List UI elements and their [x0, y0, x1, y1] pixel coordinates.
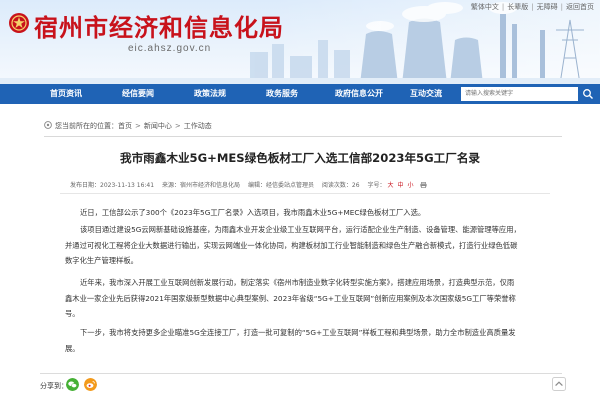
meta-divider — [60, 193, 550, 194]
location-icon — [44, 121, 52, 129]
meta-source: 来源：宿州市经济和信息化局 — [162, 182, 241, 189]
nav-item-policies[interactable]: 政策法规 — [175, 84, 245, 104]
nav-item-home-news[interactable]: 首页资讯 — [31, 84, 101, 104]
search-input[interactable] — [461, 87, 578, 101]
font-size-small[interactable]: 小 — [405, 182, 415, 189]
meta-views: 阅读次数：26 — [321, 182, 360, 189]
top-link-traditional[interactable]: 繁体中文 — [471, 3, 499, 11]
article-meta: 发布日期：2023-11-13 16:41 来源：宿州市经济和信息化局 编辑：经… — [70, 180, 427, 189]
article-title: 我市雨鑫木业5G+MES绿色板材工厂入选工信部2023年5G工厂名录 — [119, 151, 481, 165]
site-title[interactable]: 宿州市经济和信息化局 — [34, 8, 284, 43]
article-paragraph-4: 下一步，我市将支持更多企业瞄准5G全连接工厂，打造一批可复制的“5G+工业互联网… — [65, 325, 577, 356]
breadcrumb-prefix: 您当前所在的位置： — [55, 122, 118, 130]
paragraph-line: 近日，工信部公示了300个《2023年5G工厂名录》入选项目，我市雨鑫木业5G+… — [80, 208, 426, 217]
nav-item-interaction[interactable]: 互动交流 — [391, 84, 461, 104]
top-link-accessibility[interactable]: 无障碍 — [537, 3, 558, 11]
site-banner: 宿州市经济和信息化局 eic.ahsz.gov.cn 繁体中文 | 长辈版 | 无障碍 |… — [0, 0, 600, 84]
meta-date: 发布日期：2023-11-13 16:41 — [70, 182, 155, 189]
breadcrumb: 您当前所在的位置：首页 > 新闻中心 > 工作动态 — [44, 121, 212, 131]
breadcrumb-divider — [44, 136, 562, 137]
logo-emblem-icon — [9, 13, 29, 33]
breadcrumb-news-center[interactable]: 新闻中心 — [144, 122, 172, 130]
paragraph-line: 下一步，我市将支持更多企业瞄准5G全连接工厂，打造一批可复制的“5G+工业互联网… — [80, 328, 516, 337]
nav-item-info-disclosure[interactable]: 政府信息公开 — [319, 84, 399, 104]
site-domain: eic.ahsz.gov.cn — [128, 43, 212, 54]
paragraph-line: 该项目通过建设5G云网新基础设施基座，为雨鑫木业开发企业级工业互联网平台，运行适… — [80, 225, 521, 234]
font-size-medium[interactable]: 中 — [395, 182, 405, 189]
breadcrumb-work-updates[interactable]: 工作动态 — [184, 122, 212, 130]
paragraph-line: 数字化生产管理样板。 — [65, 256, 138, 265]
search-icon[interactable] — [582, 87, 594, 101]
article-paragraph-3: 近年来，我市深入开展工业互联网创新发展行动，制定落实《宿州市制造业数字化转型实施… — [65, 275, 577, 322]
share-label: 分享到： — [40, 382, 68, 390]
print-icon[interactable] — [419, 182, 427, 188]
top-link-elderly[interactable]: 长辈版 — [507, 3, 528, 11]
wechat-icon[interactable] — [66, 378, 79, 391]
meta-editor: 编辑：经信委站点管理员 — [247, 182, 314, 189]
top-link-home[interactable]: 返回首页 — [566, 3, 594, 11]
share-divider — [40, 373, 562, 374]
article-paragraph-2: 该项目通过建设5G云网新基础设施基座，为雨鑫木业开发企业级工业互联网平台，运行适… — [65, 222, 577, 269]
paragraph-line: 近年来，我市深入开展工业互联网创新发展行动，制定落实《宿州市制造业数字化转型实施… — [80, 278, 515, 287]
meta-font-size-label: 字号： — [367, 182, 386, 189]
paragraph-line: 鑫木业一家企业先后获得2021年国家级新型数据中心典型案例、2023年省级“5G… — [65, 293, 516, 303]
article-paragraph-1: 近日，工信部公示了300个《2023年5G工厂名录》入选项目，我市雨鑫木业5G+… — [65, 205, 577, 221]
top-links: 繁体中文 | 长辈版 | 无障碍 | 返回首页 — [470, 3, 594, 11]
paragraph-line: 并通过可视化工程将企业大数据进行输出，实现云网端业一体化协同，构建板材加工行业智… — [65, 240, 518, 250]
back-to-top-icon[interactable] — [552, 377, 566, 391]
nav-item-economic-news[interactable]: 经信要闻 — [103, 84, 173, 104]
main-nav: 首页资讯 经信要闻 政策法规 政务服务 政府信息公开 互动交流 — [0, 84, 600, 104]
breadcrumb-home[interactable]: 首页 — [118, 122, 132, 130]
nav-item-government-services[interactable]: 政务服务 — [247, 84, 317, 104]
font-size-large[interactable]: 大 — [385, 182, 395, 189]
paragraph-line: 展。 — [65, 343, 80, 353]
paragraph-line: 号。 — [65, 309, 80, 318]
weibo-icon[interactable] — [84, 378, 97, 391]
